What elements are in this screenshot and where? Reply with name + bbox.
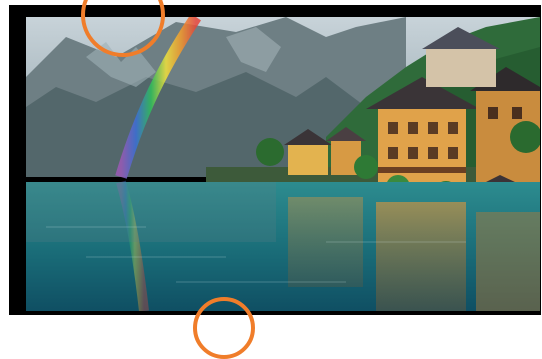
highlight-circle-bottom [193,297,255,359]
photo-illustration [26,17,540,311]
image-frame [9,0,541,359]
landscape-photo [26,17,540,311]
